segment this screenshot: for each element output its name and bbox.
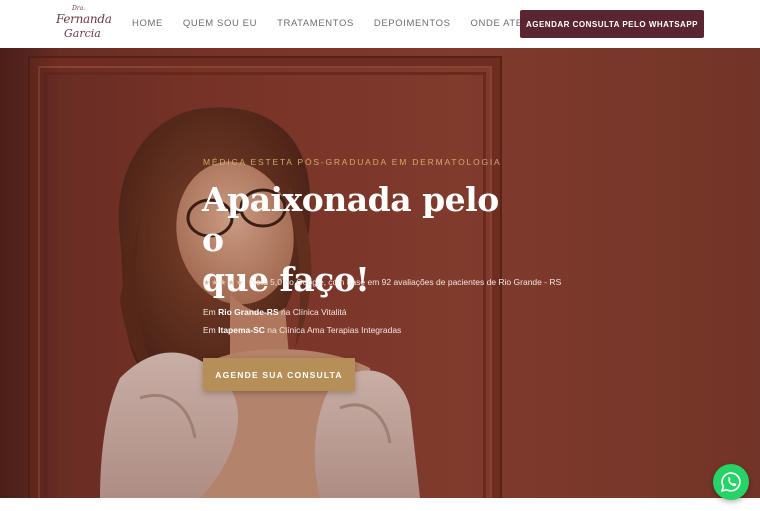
main-nav: HOME QUEM SOU EU TRATAMENTOS DEPOIMENTOS… bbox=[132, 18, 566, 29]
nav-item-depoimentos[interactable]: DEPOIMENTOS bbox=[374, 18, 451, 29]
hero-kicker: MÉDICA ESTETA PÓS-GRADUADA EM DERMATOLOG… bbox=[203, 157, 502, 167]
logo-first-name: Fernanda bbox=[56, 12, 112, 26]
hero-headline-line-1: Apaixonada pelo o bbox=[202, 180, 499, 259]
location-clinic: na Clínica Vitalitá bbox=[280, 307, 347, 317]
logo-title: Dra. bbox=[72, 5, 86, 12]
rating-stars-icon: ★★★★★ bbox=[203, 278, 244, 287]
google-rating: ★★★★★ Nota 5,0 no Google, com base em 92 … bbox=[203, 277, 561, 287]
nav-item-tratamentos[interactable]: TRATAMENTOS bbox=[277, 18, 354, 29]
site-header: Dra. Fernanda Garcia HOME QUEM SOU EU TR… bbox=[0, 0, 760, 48]
location-city: Rio Grande-RS bbox=[218, 307, 279, 317]
section-divider bbox=[0, 498, 760, 511]
location-prefix: Em bbox=[203, 325, 216, 335]
nav-item-quem-sou-eu[interactable]: QUEM SOU EU bbox=[183, 18, 257, 29]
location-city: Itapema-SC bbox=[218, 325, 265, 335]
location-itapema: Em Itapema-SC na Clínica Ama Terapias In… bbox=[203, 325, 401, 335]
nav-item-home[interactable]: HOME bbox=[132, 18, 163, 29]
logo[interactable]: Dra. Fernanda Garcia bbox=[52, 5, 112, 43]
logo-last-name: Garcia bbox=[64, 27, 101, 40]
whatsapp-icon bbox=[720, 472, 741, 493]
schedule-appointment-button[interactable]: AGENDE SUA CONSULTA bbox=[203, 358, 355, 391]
location-prefix: Em bbox=[203, 307, 216, 317]
whatsapp-floating-button[interactable] bbox=[713, 464, 749, 500]
location-rio-grande: Em Rio Grande-RS na Clínica Vitalitá bbox=[203, 307, 346, 317]
whatsapp-cta-button[interactable]: AGENDAR CONSULTA PELO WHATSAPP bbox=[520, 10, 704, 38]
location-clinic: na Clínica Ama Terapias Integradas bbox=[267, 325, 402, 335]
rating-text: Nota 5,0 no Google, com base em 92 avali… bbox=[249, 277, 562, 287]
